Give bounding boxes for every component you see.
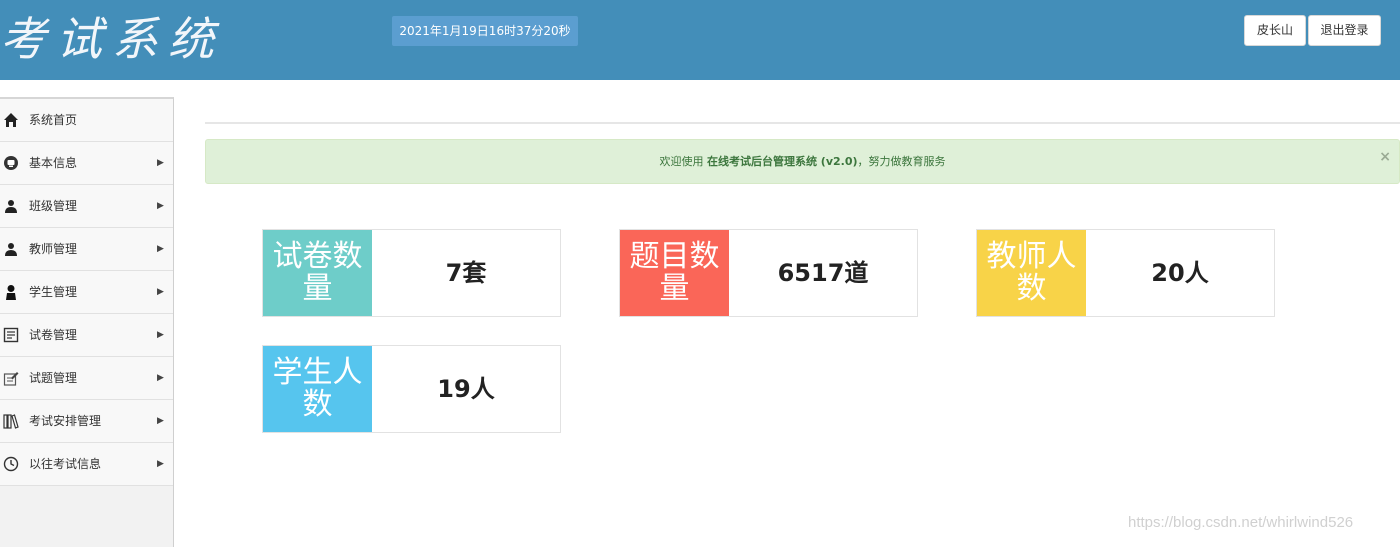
stat-label: 试卷数量	[263, 230, 372, 316]
books-icon	[3, 414, 19, 429]
content-divider	[205, 122, 1400, 124]
welcome-alert: 欢迎使用 在线考试后台管理系统 (v2.0)，努力做教育服务 ×	[205, 139, 1400, 184]
alert-suffix: ，努力做教育服务	[857, 155, 946, 168]
chevron-right-icon: ▶	[157, 373, 164, 383]
clock-icon	[3, 456, 19, 472]
sidebar-item-label: 试卷管理	[29, 328, 78, 342]
chevron-right-icon: ▶	[157, 158, 164, 168]
sidebar-item-label: 教师管理	[29, 242, 78, 256]
stat-label: 学生人数	[263, 346, 372, 432]
alert-prefix: 欢迎使用	[659, 155, 707, 168]
stat-label: 教师人数	[977, 230, 1086, 316]
stat-value: 6517道	[777, 259, 869, 287]
stat-label: 题目数量	[620, 230, 729, 316]
sidebar-item-paper-management[interactable]: 试卷管理 ▶	[0, 314, 173, 357]
users-icon	[5, 243, 17, 256]
info-icon	[4, 156, 18, 170]
sidebar-item-label: 考试安排管理	[29, 414, 102, 428]
top-header: 考试系统 2021年1月19日16时37分20秒 皮长山 退出登录	[0, 0, 1400, 80]
sidebar-item-student-management[interactable]: 学生管理 ▶	[0, 271, 173, 314]
sidebar-item-basic-info[interactable]: 基本信息 ▶	[0, 142, 173, 185]
edit-icon	[3, 372, 19, 386]
sidebar-item-label: 系统首页	[29, 113, 78, 127]
sidebar-item-label: 学生管理	[29, 285, 78, 299]
chevron-right-icon: ▶	[157, 287, 164, 297]
stat-card-teachers: 教师人数 20人	[976, 229, 1275, 317]
stat-value: 19人	[437, 375, 495, 403]
stat-card-questions: 题目数量 6517道	[619, 229, 918, 317]
stat-card-papers: 试卷数量 7套	[262, 229, 561, 317]
current-datetime: 2021年1月19日16时37分20秒	[392, 16, 578, 46]
chevron-right-icon: ▶	[157, 330, 164, 340]
sidebar-item-label: 试题管理	[29, 371, 78, 385]
system-version: (v2.0)	[816, 155, 858, 168]
chevron-right-icon: ▶	[157, 201, 164, 211]
close-icon[interactable]: ×	[1379, 140, 1391, 174]
sidebar-item-home[interactable]: 系统首页	[0, 99, 173, 142]
logout-button[interactable]: 退出登录	[1308, 15, 1381, 46]
chevron-right-icon: ▶	[157, 459, 164, 469]
app-logo: 考试系统	[0, 12, 224, 66]
user-button[interactable]: 皮长山	[1244, 15, 1306, 46]
system-name: 在线考试后台管理系统	[706, 155, 817, 168]
stat-value: 20人	[1151, 259, 1209, 287]
sidebar-item-label: 基本信息	[29, 156, 78, 170]
sidebar-item-teacher-management[interactable]: 教师管理 ▶	[0, 228, 173, 271]
sidebar-item-class-management[interactable]: 班级管理 ▶	[0, 185, 173, 228]
users-icon	[5, 200, 17, 213]
sidebar-item-past-exams[interactable]: 以往考试信息 ▶	[0, 443, 173, 486]
sidebar-item-label: 以往考试信息	[29, 457, 102, 471]
sidebar-item-exam-schedule[interactable]: 考试安排管理 ▶	[0, 400, 173, 443]
stat-value: 7套	[445, 259, 487, 287]
chevron-right-icon: ▶	[157, 416, 164, 426]
watermark: https://blog.csdn.net/whirlwind526	[1128, 514, 1354, 531]
sidebar-item-label: 班级管理	[29, 199, 78, 213]
chevron-right-icon: ▶	[157, 244, 164, 254]
stat-card-students: 学生人数 19人	[262, 345, 561, 433]
user-icon	[6, 285, 16, 300]
document-icon	[3, 327, 19, 343]
sidebar-nav: 系统首页 基本信息 ▶ 班级管理 ▶ 教师管理 ▶ 学生管理 ▶ 试卷管理 ▶ …	[0, 97, 174, 547]
sidebar-item-question-management[interactable]: 试题管理 ▶	[0, 357, 173, 400]
home-icon	[4, 113, 18, 127]
